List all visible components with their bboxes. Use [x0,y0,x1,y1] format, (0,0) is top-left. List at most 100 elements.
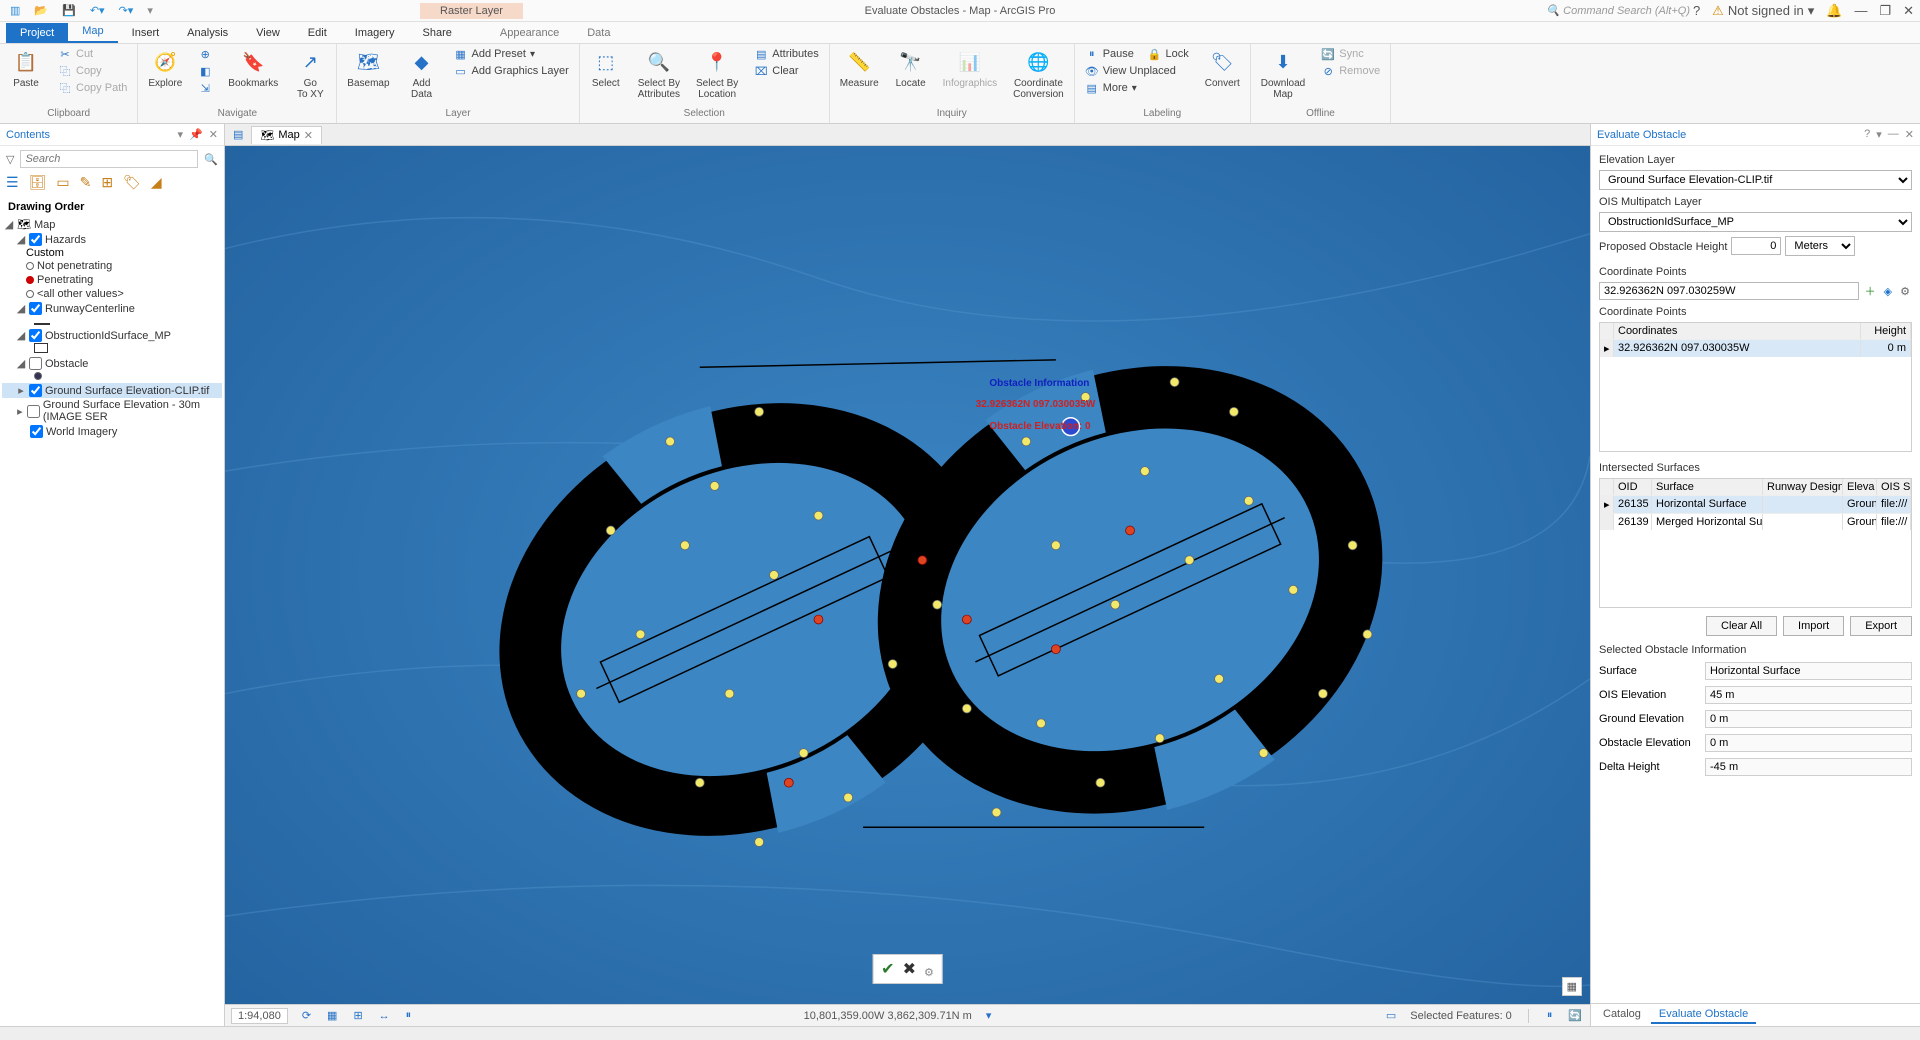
int-h-surface[interactable]: Surface [1652,479,1763,495]
bottom-tab-catalog[interactable]: Catalog [1595,1006,1649,1024]
snap-cancel-icon[interactable]: ✖ [903,959,916,979]
obstruction-checkbox[interactable] [29,329,42,342]
obstacle-checkbox[interactable] [29,357,42,370]
measure-button[interactable]: 📏Measure [836,46,883,91]
tab-project[interactable]: Project [6,23,68,43]
intersected-row[interactable]: ▸ 26135 Horizontal Surface Groun file://… [1600,495,1911,513]
int-h-elev[interactable]: Eleva [1843,479,1877,495]
height-input[interactable] [1731,237,1781,255]
tree-map[interactable]: ◢🗺Map [2,217,222,232]
tree-runway[interactable]: ◢RunwayCenterline [2,301,222,316]
clear-selection-button[interactable]: ⌧Clear [750,63,822,79]
rp-pin-icon[interactable]: — [1888,128,1899,141]
status-pause-icon[interactable]: ⏸ [404,1009,414,1022]
world-imagery-checkbox[interactable] [30,425,43,438]
map-canvas[interactable]: Obstacle Information 32.926362N 097.0300… [225,146,1590,1004]
tab-data[interactable]: Data [573,23,624,43]
filter-icon[interactable]: ▽ [4,153,16,166]
coord-input[interactable] [1599,282,1859,300]
import-button[interactable]: Import [1783,616,1844,636]
rp-menu-icon[interactable]: ▾ [1876,128,1882,141]
tree-hazards[interactable]: ◢Hazards [2,232,222,247]
list-by-selection-icon[interactable]: ▭ [56,174,69,191]
gse-30m-checkbox[interactable] [27,405,40,418]
infographics-button[interactable]: 📊Infographics [939,46,1001,91]
coords-header-coord[interactable]: Coordinates [1614,323,1861,339]
map-tab-close-icon[interactable]: ✕ [304,129,313,142]
sync-button[interactable]: 🔄Sync [1317,46,1384,62]
tree-gse-clip[interactable]: ▸Ground Surface Elevation-CLIP.tif [2,383,222,398]
tab-appearance[interactable]: Appearance [486,23,573,43]
tab-edit[interactable]: Edit [294,23,341,43]
pause-labeling-button[interactable]: ⏸Pause 🔒Lock [1081,46,1193,62]
convert-button[interactable]: 🏷Convert [1201,46,1244,91]
int-h-runway[interactable]: Runway Designator [1763,479,1843,495]
status-refresh-icon[interactable]: 🔄 [1566,1009,1584,1022]
panel-pin-icon[interactable]: 📌 [189,128,203,141]
coord-settings-icon[interactable]: ⚙ [1898,285,1912,298]
tree-world-imagery[interactable]: World Imagery [2,424,222,439]
redo-icon[interactable]: ↷▾ [115,0,138,22]
int-h-oid[interactable]: OID [1614,479,1652,495]
maximize-icon[interactable]: ❐ [1879,3,1891,19]
tab-analysis[interactable]: Analysis [173,23,242,43]
help-icon[interactable]: ? [1693,3,1700,18]
list-by-perspective-icon[interactable]: ◢ [151,174,162,191]
int-h-ois[interactable]: OIS S [1877,479,1911,495]
qat-customize-icon[interactable]: ▾ [143,0,157,22]
status-coords-menu-icon[interactable]: ▾ [984,1009,994,1022]
runway-checkbox[interactable] [29,302,42,315]
tab-share[interactable]: Share [409,23,466,43]
nav-tool-3[interactable]: ⇲ [194,80,216,96]
snap-confirm-icon[interactable]: ✔ [881,959,894,979]
select-button[interactable]: ⬚Select [586,46,626,91]
coords-header-height[interactable]: Height [1861,323,1911,339]
horizontal-scrollbar[interactable] [0,1026,1920,1040]
list-by-source-icon[interactable]: 🗄 [29,174,47,191]
map-constraints-icon[interactable]: ▦ [1562,977,1582,996]
clear-all-button[interactable]: Clear All [1706,616,1777,636]
select-by-attributes-button[interactable]: 🔍Select By Attributes [634,46,684,102]
goto-xy-button[interactable]: ↗Go To XY [290,46,330,102]
attributes-button[interactable]: ▤Attributes [750,46,822,62]
rp-close-icon[interactable]: ✕ [1905,128,1914,141]
panel-menu-icon[interactable]: ▾ [178,128,184,141]
search-icon[interactable]: 🔍 [202,153,220,166]
list-by-labeling-icon[interactable]: 🏷 [123,174,141,191]
hazards-checkbox[interactable] [29,233,42,246]
scale-input[interactable]: 1:94,080 [231,1008,288,1024]
add-data-button[interactable]: ◆Add Data [402,46,442,102]
paste-button[interactable]: 📋Paste [6,46,46,91]
nav-tool-1[interactable]: ⊕ [194,46,216,62]
tab-map[interactable]: Map [68,21,117,43]
view-unplaced-button[interactable]: 👁View Unplaced [1081,63,1193,79]
map-view-tab[interactable]: 🗺Map✕ [251,126,322,144]
cut-button[interactable]: ✂Cut [54,46,131,62]
height-unit-select[interactable]: Meters [1785,236,1855,256]
list-by-editing-icon[interactable]: ✎ [80,174,92,191]
sign-in-status[interactable]: ⚠Not signed in ▾ [1712,3,1814,19]
explore-button[interactable]: 🧭Explore [144,46,186,91]
panel-close-icon[interactable]: ✕ [209,128,218,141]
coord-conversion-button[interactable]: 🌐Coordinate Conversion [1009,46,1068,102]
gse-clip-checkbox[interactable] [29,384,42,397]
tab-imagery[interactable]: Imagery [341,23,409,43]
selected-features-icon[interactable]: ▭ [1384,1009,1398,1022]
list-by-snapping-icon[interactable]: ⊞ [101,174,113,191]
tree-obstruction[interactable]: ◢ObstructionIdSurface_MP [2,328,222,343]
tree-obstacle[interactable]: ◢Obstacle [2,356,222,371]
intersected-row[interactable]: 26139 Merged Horizontal Surface Groun fi… [1600,513,1911,530]
bookmarks-button[interactable]: 🔖Bookmarks [224,46,282,91]
add-coord-icon[interactable]: ＋ [1863,283,1878,299]
status-pause-drawing-icon[interactable]: ⏸ [1545,1009,1555,1022]
undo-icon[interactable]: ↶▾ [86,0,109,22]
rp-help-icon[interactable]: ? [1864,128,1870,141]
download-map-button[interactable]: ⬇Download Map [1257,46,1309,102]
remove-button[interactable]: ⊘Remove [1317,63,1384,79]
basemap-button[interactable]: 🗺Basemap [343,46,393,91]
tab-view[interactable]: View [242,23,294,43]
ois-layer-select[interactable]: ObstructionIdSurface_MP [1599,212,1912,232]
status-rotation-icon[interactable]: ⟳ [300,1009,313,1022]
select-by-location-button[interactable]: 📍Select By Location [692,46,742,102]
copy-path-button[interactable]: ⿻Copy Path [54,80,131,96]
